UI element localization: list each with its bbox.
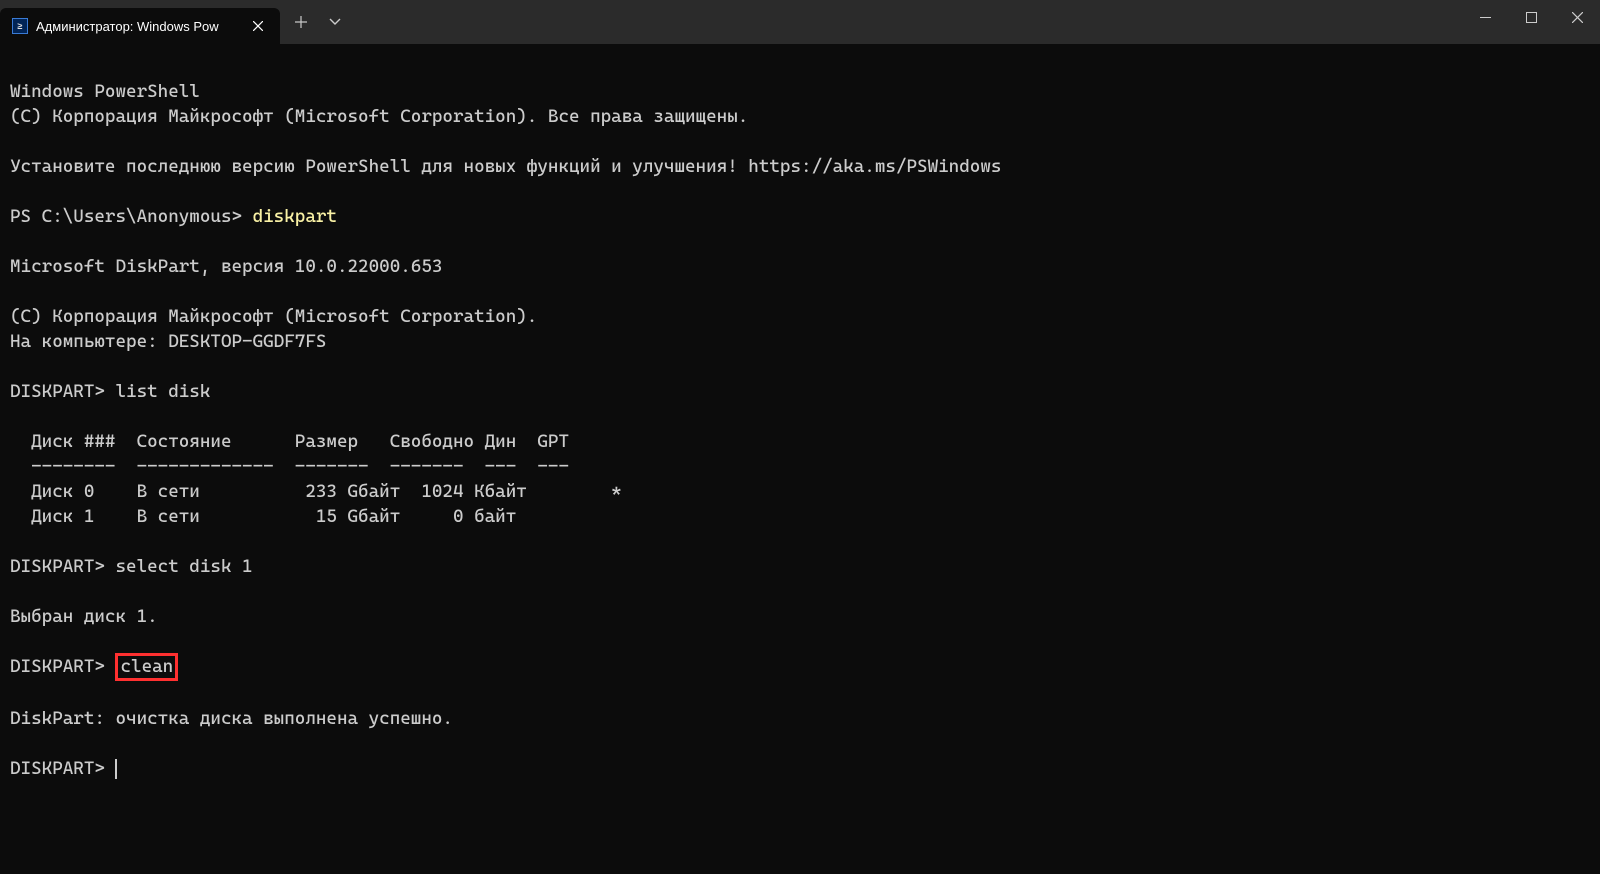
powershell-icon: ≥: [12, 18, 28, 34]
command-text: diskpart: [253, 206, 337, 227]
title-bar: ≥ Администратор: Windows Pow: [0, 0, 1600, 44]
output-line: На компьютере: DESKTOP-GGDF7FS: [10, 331, 326, 352]
highlighted-command: clean: [115, 653, 178, 681]
minimize-icon: [1480, 17, 1491, 18]
terminal-tab[interactable]: ≥ Администратор: Windows Pow: [0, 8, 280, 44]
close-icon: [253, 21, 263, 31]
output-line: DiskPart: очистка диска выполнена успешн…: [10, 708, 453, 729]
table-separator: -------- ------------- ------- ------- -…: [10, 456, 569, 477]
diskpart-prompt: DISKPART>: [10, 656, 115, 677]
diskpart-prompt: DISKPART>: [10, 758, 115, 779]
diskpart-prompt: DISKPART> select disk 1: [10, 556, 253, 577]
close-icon: [1572, 12, 1583, 23]
plus-icon: [295, 16, 307, 28]
cursor: [115, 759, 117, 779]
powershell-icon-glyph: ≥: [18, 21, 23, 31]
window-close-button[interactable]: [1554, 0, 1600, 34]
tab-title: Администратор: Windows Pow: [36, 19, 240, 34]
output-line: Windows PowerShell: [10, 81, 200, 102]
table-row: Диск 0 В сети 233 Gбайт 1024 Кбайт *: [10, 481, 622, 502]
diskpart-prompt: DISKPART> list disk: [10, 381, 210, 402]
table-row: Диск 1 В сети 15 Gбайт 0 байт: [10, 506, 516, 527]
output-line: (C) Корпорация Майкрософт (Microsoft Cor…: [10, 106, 748, 127]
maximize-button[interactable]: [1508, 0, 1554, 34]
output-line: Установите последнюю версию PowerShell д…: [10, 156, 1001, 177]
minimize-button[interactable]: [1462, 0, 1508, 34]
output-line: Выбран диск 1.: [10, 606, 158, 627]
output-line: Microsoft DiskPart, версия 10.0.22000.65…: [10, 256, 442, 277]
output-line: (C) Корпорация Майкрософт (Microsoft Cor…: [10, 306, 537, 327]
tab-dropdown-button[interactable]: [318, 5, 352, 39]
chevron-down-icon: [329, 18, 341, 26]
new-tab-button[interactable]: [284, 5, 318, 39]
table-header: Диск ### Состояние Размер Свободно Дин G…: [10, 431, 569, 452]
maximize-icon: [1526, 12, 1537, 23]
tab-close-button[interactable]: [248, 16, 268, 36]
terminal-output[interactable]: Windows PowerShell (C) Корпорация Майкро…: [0, 44, 1600, 791]
prompt-text: PS C:\Users\Anonymous>: [10, 206, 253, 227]
window-controls: [1462, 0, 1600, 40]
